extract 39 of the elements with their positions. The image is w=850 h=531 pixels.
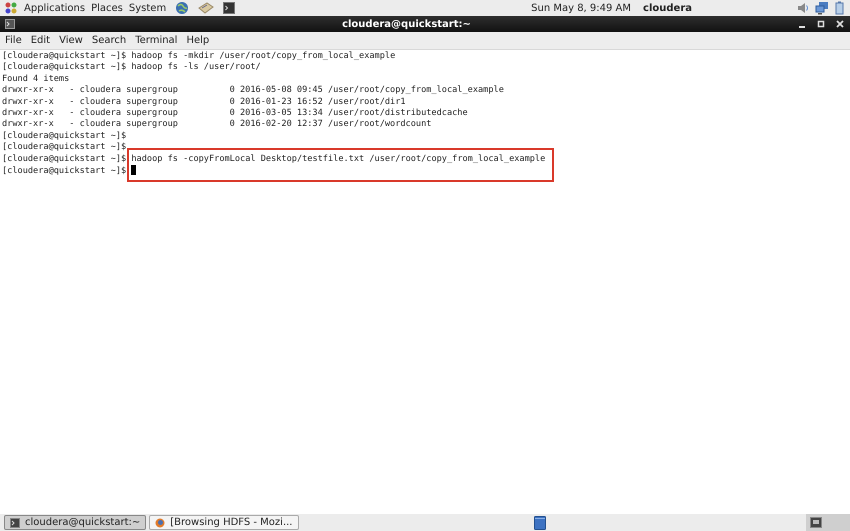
- command-text: hadoop fs -copyFromLocal Desktop/testfile.txt /user/root/copy_from_local_example: [131, 154, 546, 164]
- panel-menu[interactable]: Applications: [24, 2, 86, 14]
- taskbar-button[interactable]: [Browsing HDFS - Mozi...: [149, 515, 298, 530]
- show-desktop-icon[interactable]: [810, 517, 822, 528]
- menu-item[interactable]: Terminal: [135, 35, 178, 46]
- shell-prompt: [cloudera@quickstart ~]$: [2, 51, 126, 61]
- terminal-icon: [10, 518, 20, 528]
- workspace-icon[interactable]: [534, 516, 546, 530]
- shell-prompt: [cloudera@quickstart ~]$: [2, 154, 126, 164]
- menu-item[interactable]: File: [5, 35, 22, 46]
- terminal-icon[interactable]: [223, 2, 236, 14]
- menu-item[interactable]: Edit: [30, 35, 50, 46]
- output-text: drwxr-xr-x - cloudera supergroup 0 2016-03-05 13:34 /user/root/distributedcache: [2, 108, 468, 118]
- command-text: hadoop fs -mkdir /user/root/copy_from_local_example: [131, 51, 396, 61]
- speaker-icon[interactable]: [796, 1, 810, 15]
- menu-item[interactable]: Search: [92, 35, 126, 46]
- menu-item[interactable]: Help: [186, 35, 210, 46]
- maximize-icon[interactable]: [817, 20, 825, 28]
- panel-menu[interactable]: System: [128, 2, 166, 14]
- shell-prompt: [cloudera@quickstart ~]$: [2, 142, 126, 152]
- shell-prompt: [cloudera@quickstart ~]$: [2, 62, 126, 72]
- battery-icon[interactable]: [834, 1, 846, 15]
- panel-menu[interactable]: Places: [91, 2, 123, 14]
- clock[interactable]: Sun May 8, 9:49 AM: [531, 2, 632, 14]
- network-icon[interactable]: [815, 1, 829, 15]
- menu-item[interactable]: View: [59, 35, 83, 46]
- terminal-icon[interactable]: [5, 19, 15, 29]
- output-text: Found 4 items: [2, 74, 70, 84]
- output-text: drwxr-xr-x - cloudera supergroup 0 2016-02-20 12:37 /user/root/wordcount: [2, 119, 432, 130]
- apps-icon[interactable]: [4, 1, 18, 15]
- output-text: drwxr-xr-x - cloudera supergroup 0 2016-01-23 16:52 /user/root/dir1: [2, 96, 406, 107]
- user-name[interactable]: cloudera: [643, 2, 692, 14]
- shell-prompt: [cloudera@quickstart ~]$: [2, 166, 126, 176]
- shell-prompt: [cloudera@quickstart ~]$: [2, 130, 126, 141]
- close-icon[interactable]: [836, 20, 844, 28]
- output-text: drwxr-xr-x - cloudera supergroup 0 2016-05-08 09:45 /user/root/copy_from_local_example: [2, 85, 504, 96]
- taskbar-button[interactable]: cloudera@quickstart:~: [4, 515, 146, 530]
- window-title: cloudera@quickstart:~: [341, 18, 472, 30]
- command-text: hadoop fs -ls /user/root/: [131, 62, 261, 72]
